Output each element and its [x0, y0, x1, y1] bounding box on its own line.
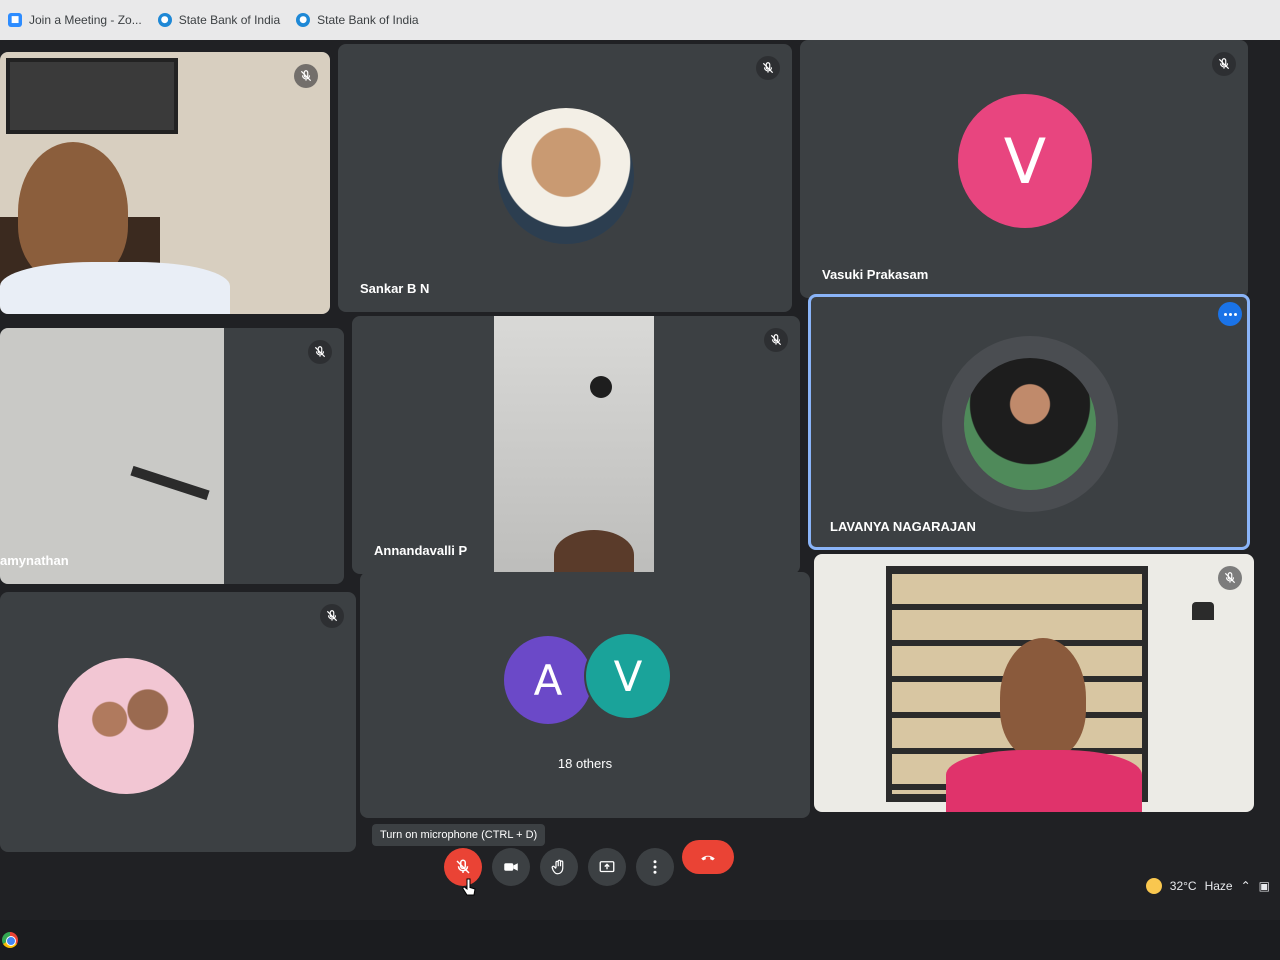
chrome-icon[interactable] [2, 932, 18, 948]
wall-picture [6, 58, 178, 134]
muted-mic-icon [1218, 566, 1242, 590]
ceiling-fan [130, 465, 210, 501]
camera-icon [504, 863, 518, 871]
person-head [554, 530, 634, 574]
participant-photo [498, 108, 634, 244]
participant-name: LAVANYA NAGARAJAN [830, 519, 976, 534]
person-head [1000, 638, 1086, 758]
bookmark-sbi-2[interactable]: ● State Bank of India [296, 13, 419, 27]
video-feed [0, 328, 224, 584]
sbi-icon: ● [157, 13, 172, 27]
muted-mic-icon [756, 56, 780, 80]
zoom-icon: ■ [8, 13, 22, 27]
weather-text: Haze [1204, 879, 1233, 893]
taskbar [0, 920, 1280, 960]
muted-mic-icon [1212, 52, 1236, 76]
raise-hand-button[interactable] [540, 848, 578, 886]
participant-tile-2[interactable]: Sankar B N [338, 44, 792, 312]
chevron-up-icon[interactable]: ⌃ [1241, 879, 1251, 893]
hand-cursor-icon [462, 878, 476, 896]
participant-name: Vasuki Prakasam [822, 267, 929, 282]
ceiling-light [590, 376, 612, 398]
others-tile[interactable]: A V 18 others [360, 572, 810, 818]
leave-call-button[interactable] [682, 840, 734, 874]
present-icon [599, 861, 615, 873]
others-count-label: 18 others [557, 756, 613, 771]
sbi-icon: ● [296, 13, 311, 27]
bookmark-zoom[interactable]: ■ Join a Meeting - Zo... [8, 13, 142, 27]
participant-tile-1[interactable] [0, 52, 330, 314]
temperature: 32°C [1169, 879, 1197, 893]
hang-up-icon [701, 855, 715, 861]
muted-mic-icon [294, 64, 318, 88]
muted-mic-icon [764, 328, 788, 352]
avatar-letter: A [504, 636, 592, 724]
present-button[interactable] [588, 848, 626, 886]
participant-tile-5[interactable]: Annandavalli P [352, 316, 800, 574]
participant-tile-4[interactable]: amynathan [0, 328, 344, 584]
muted-mic-icon [320, 604, 344, 628]
participant-photo [964, 358, 1096, 490]
mic-off-icon [456, 859, 470, 874]
camera-button[interactable] [492, 848, 530, 886]
avatar-letter: V [584, 632, 672, 720]
bookmark-label: State Bank of India [317, 13, 419, 27]
floor-lamp [1192, 602, 1214, 620]
mic-tooltip: Turn on microphone (CTRL + D) [372, 824, 546, 846]
participant-tile-6[interactable]: LAVANYA NAGARAJAN [808, 294, 1250, 550]
person-saree [946, 750, 1142, 812]
participant-tile-3[interactable]: V Vasuki Prakasam [800, 40, 1248, 298]
participant-photo [58, 658, 194, 794]
person-shirt [0, 262, 230, 314]
person-head [18, 142, 128, 282]
bookmarks-bar: ■ Join a Meeting - Zo... ● State Bank of… [0, 0, 1280, 40]
meeting-stage: Sankar B N V Vasuki Prakasam amynathan A… [0, 40, 1280, 920]
participant-tile-9[interactable] [814, 554, 1254, 812]
more-vert-icon [653, 860, 657, 874]
more-options-icon[interactable] [1218, 302, 1242, 326]
avatar-letter: V [958, 94, 1092, 228]
video-feed [494, 316, 654, 574]
bookmark-sbi-1[interactable]: ● State Bank of India [157, 13, 281, 27]
bookmark-label: Join a Meeting - Zo... [29, 13, 142, 27]
participant-name: amynathan [0, 553, 69, 568]
hand-icon [551, 859, 564, 875]
participant-name: Sankar B N [360, 281, 430, 296]
system-tray: 32°C Haze ⌃ ▣ [1145, 878, 1270, 894]
tray-app-icon[interactable]: ▣ [1259, 879, 1270, 893]
participant-name: Annandavalli P [374, 543, 468, 558]
muted-mic-icon [308, 340, 332, 364]
video-feed [0, 52, 330, 314]
weather-icon [1145, 878, 1162, 894]
more-options-button[interactable] [636, 848, 674, 886]
participant-tile-7[interactable] [0, 592, 356, 852]
bookmark-label: State Bank of India [178, 13, 281, 27]
